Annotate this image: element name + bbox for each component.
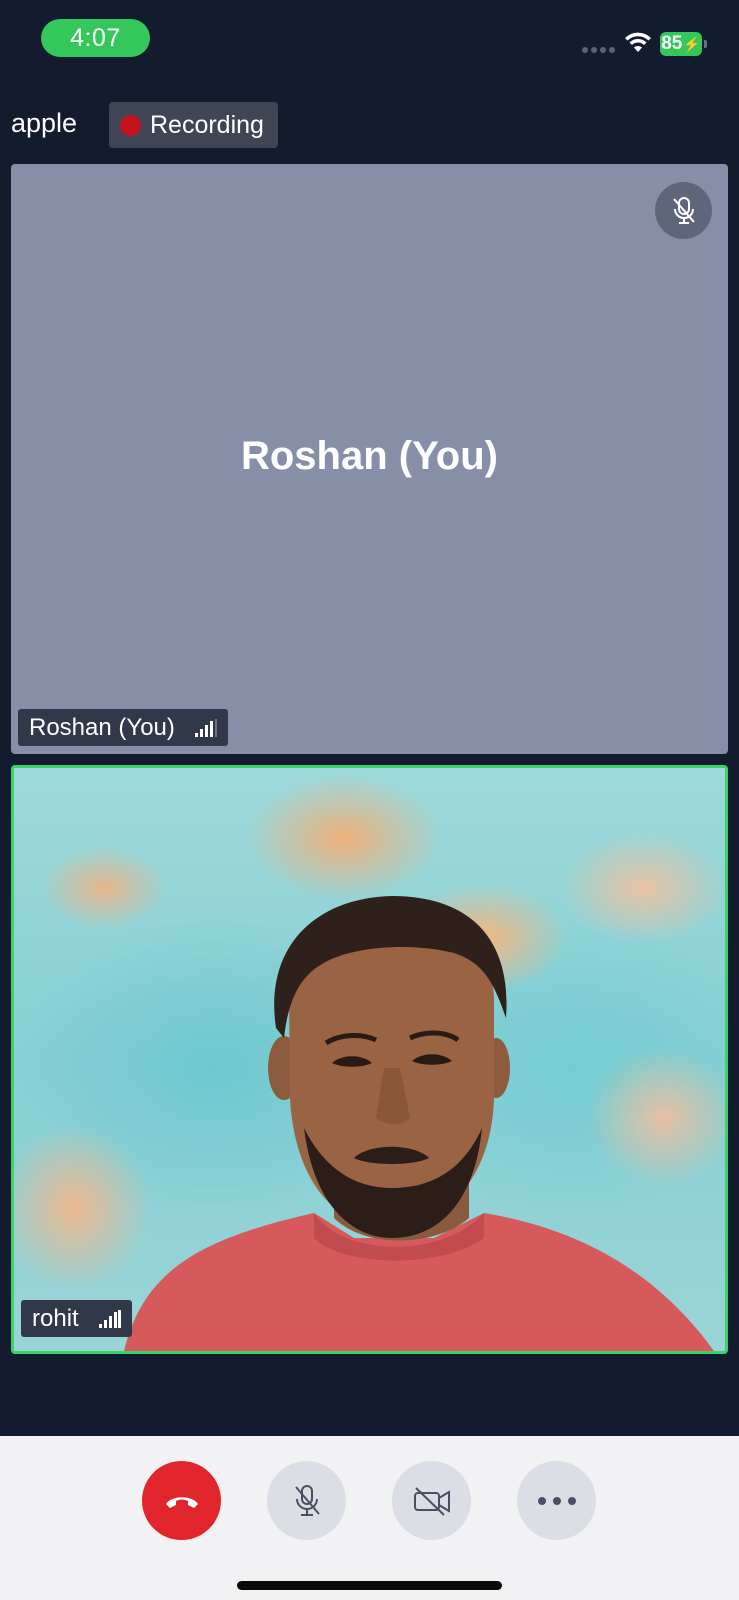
wifi-icon (625, 32, 651, 52)
meeting-header: apple Recording (0, 100, 739, 148)
connection-strength-icon (194, 718, 217, 737)
more-icon (537, 1496, 576, 1505)
status-bar: 4:07 85 ⚡ (0, 0, 739, 80)
participant-tile-rohit[interactable]: rohit (11, 765, 728, 1354)
cellular-signal-icon (582, 47, 615, 53)
participant-name-tag: Roshan (You) (18, 709, 228, 746)
recording-dot-icon (120, 114, 141, 136)
connection-strength-icon (98, 1309, 121, 1328)
participant-name: Roshan (You) (29, 713, 175, 741)
mic-off-icon (294, 1484, 320, 1516)
recording-badge: Recording (109, 102, 278, 148)
end-call-button[interactable] (142, 1461, 221, 1540)
battery-indicator: 85 ⚡ (660, 32, 708, 56)
video-off-icon (413, 1486, 450, 1516)
participant-name: rohit (32, 1304, 79, 1332)
more-options-button[interactable] (517, 1461, 596, 1540)
mic-muted-indicator (655, 182, 712, 239)
status-time: 4:07 (41, 19, 150, 57)
participant-video-image (124, 896, 714, 1351)
participant-name-tag: rohit (21, 1300, 132, 1337)
end-call-icon (165, 1496, 198, 1508)
mic-off-icon (672, 196, 695, 224)
battery-level: 85 (661, 33, 683, 54)
home-indicator[interactable] (237, 1581, 502, 1590)
mute-toggle-button[interactable] (267, 1461, 346, 1540)
meeting-title: apple (11, 108, 78, 138)
recording-label: Recording (150, 110, 264, 139)
camera-toggle-button[interactable] (392, 1461, 471, 1540)
call-control-bar (0, 1436, 739, 1600)
participant-tile-self[interactable]: Roshan (You) Roshan (You) (11, 164, 728, 754)
self-name-center: Roshan (You) (240, 434, 498, 478)
